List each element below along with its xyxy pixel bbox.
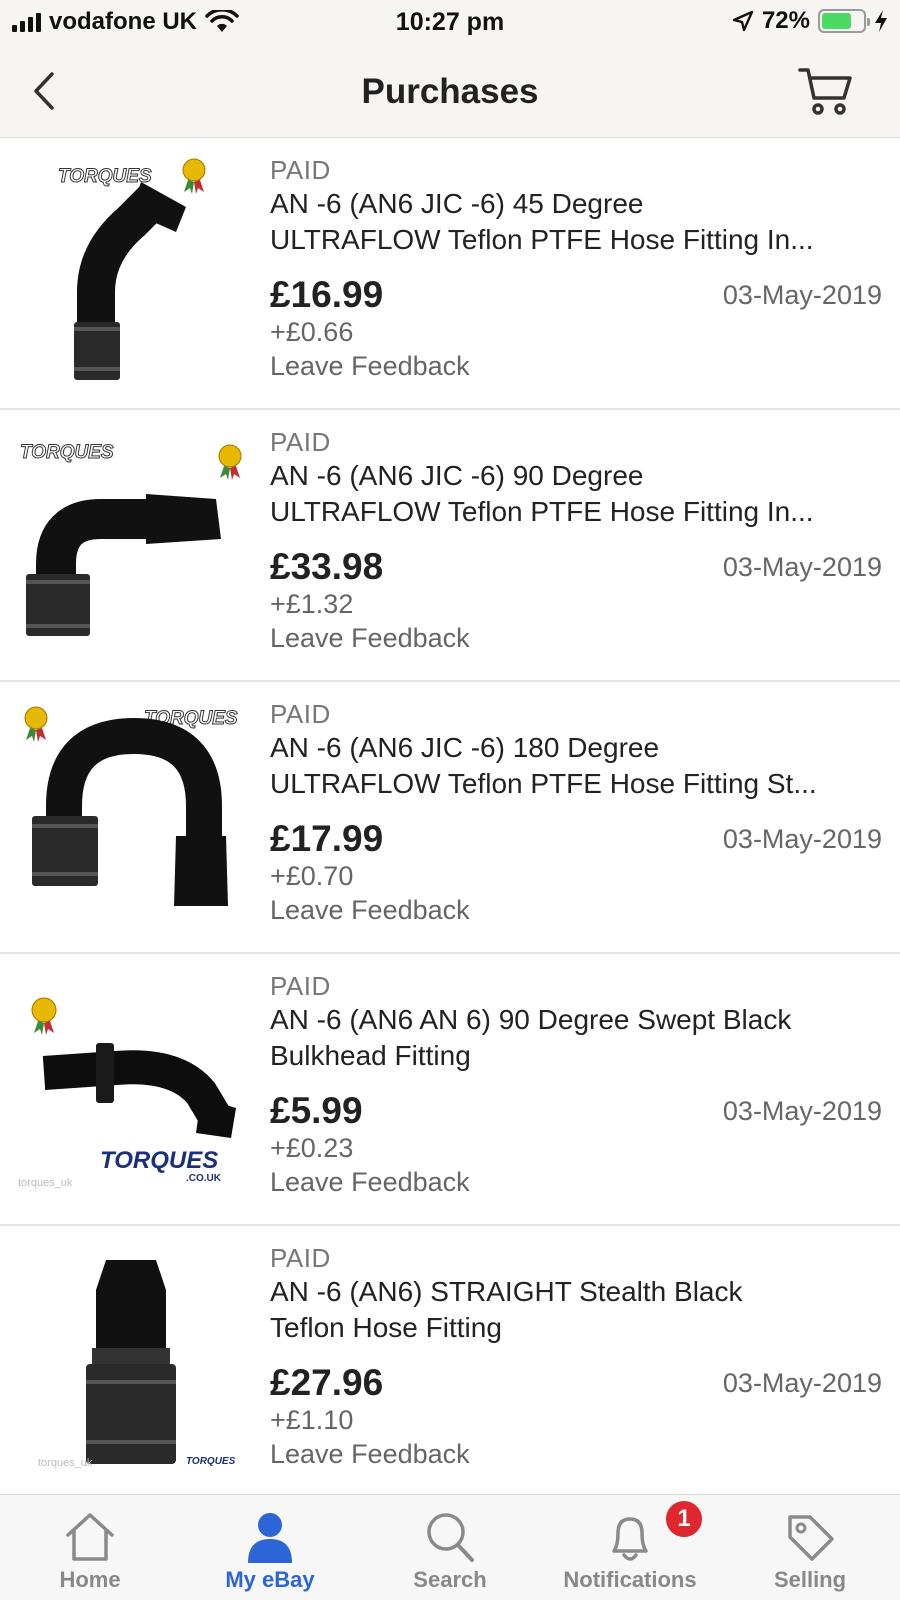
- leave-feedback-link[interactable]: Leave Feedback: [270, 1164, 882, 1200]
- purchase-date: 03-May-2019: [722, 1096, 882, 1126]
- person-icon: [248, 1513, 292, 1563]
- item-title-line: Teflon Hose Fitting: [270, 1312, 502, 1343]
- item-title-line: AN -6 (AN6) STRAIGHT Stealth Black: [270, 1276, 743, 1307]
- product-image[interactable]: TORQUES: [16, 424, 254, 662]
- item-title[interactable]: AN -6 (AN6 JIC -6) 180 Degree ULTRAFLOW …: [270, 730, 882, 802]
- purchase-item[interactable]: TORQUES PAID AN -6 (AN6 JIC -6) 45 Degre…: [0, 138, 900, 410]
- home-icon: [66, 1513, 114, 1561]
- svg-text:TORQUES: TORQUES: [100, 1147, 218, 1174]
- battery-level: [822, 13, 851, 29]
- product-image[interactable]: TORQUES: [16, 696, 254, 934]
- purchase-date: 03-May-2019: [722, 552, 882, 582]
- bell-icon: [612, 1517, 648, 1561]
- payment-status: PAID: [270, 155, 331, 185]
- cart-icon[interactable]: [796, 64, 856, 118]
- search-icon: [427, 1513, 474, 1562]
- tab-label: Selling: [773, 1567, 847, 1592]
- tab-label: My eBay: [225, 1567, 315, 1592]
- item-title-line: ULTRAFLOW Teflon PTFE Hose Fitting In...: [270, 224, 814, 255]
- tab-notifications[interactable]: 1 Notifications: [540, 1495, 720, 1600]
- item-title-line: AN -6 (AN6 JIC -6) 90 Degree: [270, 460, 644, 491]
- item-title-line: AN -6 (AN6 JIC -6) 45 Degree: [270, 188, 644, 219]
- product-image[interactable]: torques_uk TORQUES: [16, 1240, 254, 1478]
- leave-feedback-link[interactable]: Leave Feedback: [270, 348, 882, 384]
- item-price: £17.99: [270, 818, 384, 859]
- purchase-date: 03-May-2019: [722, 280, 882, 310]
- tab-label: Home: [59, 1567, 121, 1592]
- purchase-item[interactable]: TORQUES .CO.UK torques_uk PAID AN -6 (AN…: [0, 954, 900, 1226]
- tab-home[interactable]: Home: [0, 1495, 180, 1600]
- purchase-info: PAID AN -6 (AN6 JIC -6) 90 Degree ULTRAF…: [270, 426, 882, 656]
- price-row: £5.99 03-May-2019: [270, 1090, 882, 1132]
- item-title-line: AN -6 (AN6 JIC -6) 180 Degree: [270, 732, 660, 763]
- postage-cost: +£1.10: [270, 1405, 354, 1435]
- payment-status: PAID: [270, 971, 331, 1001]
- svg-text:TORQUES: TORQUES: [20, 442, 114, 463]
- payment-status: PAID: [270, 1243, 331, 1273]
- page-title: Purchases: [361, 72, 539, 111]
- purchase-item[interactable]: TORQUES PAID AN -6 (AN6 JIC -6) 90 Degre…: [0, 410, 900, 682]
- purchase-date: 03-May-2019: [722, 1368, 882, 1398]
- item-price: £27.96: [270, 1362, 384, 1403]
- price-row: £33.98 03-May-2019: [270, 546, 882, 588]
- battery-percent: 72%: [761, 7, 810, 34]
- product-image[interactable]: TORQUES: [16, 152, 254, 390]
- purchase-info: PAID AN -6 (AN6 JIC -6) 45 Degree ULTRAF…: [270, 154, 882, 384]
- item-price: £5.99: [270, 1090, 363, 1131]
- price-row: £16.99 03-May-2019: [270, 274, 882, 316]
- notification-badge: 1: [664, 1499, 704, 1539]
- status-bar: vodafone UK 10:27 pm 72%: [0, 0, 900, 46]
- tag-icon: [788, 1515, 834, 1561]
- item-title[interactable]: AN -6 (AN6) STRAIGHT Stealth Black Teflo…: [270, 1274, 882, 1346]
- purchase-info: PAID AN -6 (AN6) STRAIGHT Stealth Black …: [270, 1242, 882, 1472]
- purchase-item[interactable]: torques_uk TORQUES PAID AN -6 (AN6) STRA…: [0, 1226, 900, 1498]
- payment-status: PAID: [270, 427, 331, 457]
- product-image[interactable]: TORQUES .CO.UK torques_uk: [16, 968, 254, 1206]
- svg-text:torques_uk: torques_uk: [38, 1457, 93, 1469]
- postage-cost: +£0.70: [270, 861, 354, 891]
- postage-cost: +£1.32: [270, 589, 354, 619]
- item-title[interactable]: AN -6 (AN6 AN 6) 90 Degree Swept Black B…: [270, 1002, 882, 1074]
- purchase-item[interactable]: TORQUES PAID AN -6 (AN6 JIC -6) 180 Degr…: [0, 682, 900, 954]
- nav-bar: Purchases: [0, 46, 900, 138]
- leave-feedback-link[interactable]: Leave Feedback: [270, 620, 882, 656]
- leave-feedback-link[interactable]: Leave Feedback: [270, 892, 882, 928]
- item-title-line: ULTRAFLOW Teflon PTFE Hose Fitting In...: [270, 496, 814, 527]
- tab-selling[interactable]: Selling: [720, 1495, 900, 1600]
- purchases-list: TORQUES PAID AN -6 (AN6 JIC -6) 45 Degre…: [0, 138, 900, 1498]
- item-title-line: ULTRAFLOW Teflon PTFE Hose Fitting St...: [270, 768, 817, 799]
- leave-feedback-link[interactable]: Leave Feedback: [270, 1436, 882, 1472]
- purchase-date: 03-May-2019: [722, 824, 882, 854]
- postage-cost: +£0.66: [270, 317, 354, 347]
- svg-text:TORQUES: TORQUES: [58, 166, 152, 187]
- purchase-info: PAID AN -6 (AN6 JIC -6) 180 Degree ULTRA…: [270, 698, 882, 928]
- item-title[interactable]: AN -6 (AN6 JIC -6) 90 Degree ULTRAFLOW T…: [270, 458, 882, 530]
- item-title-line: AN -6 (AN6 AN 6) 90 Degree Swept Black: [270, 1004, 792, 1035]
- item-price: £16.99: [270, 274, 384, 315]
- price-row: £17.99 03-May-2019: [270, 818, 882, 860]
- tab-my-ebay[interactable]: My eBay: [180, 1495, 360, 1600]
- postage-cost: +£0.23: [270, 1133, 354, 1163]
- payment-status: PAID: [270, 699, 331, 729]
- svg-text:.CO.UK: .CO.UK: [186, 1173, 222, 1184]
- status-right: 72%: [732, 7, 888, 35]
- tab-bar: Home My eBay Search 1 Notifications Sell…: [0, 1494, 900, 1600]
- item-price: £33.98: [270, 546, 384, 587]
- purchase-info: PAID AN -6 (AN6 AN 6) 90 Degree Swept Bl…: [270, 970, 882, 1200]
- tab-search[interactable]: Search: [360, 1495, 540, 1600]
- battery-icon: [818, 9, 870, 33]
- tab-label: Notifications: [563, 1567, 697, 1592]
- tab-label: Search: [413, 1567, 487, 1592]
- location-arrow-icon: [732, 10, 754, 32]
- svg-text:TORQUES: TORQUES: [186, 1456, 236, 1467]
- svg-text:torques_uk: torques_uk: [18, 1177, 73, 1189]
- charging-bolt-icon: [875, 10, 887, 32]
- item-title[interactable]: AN -6 (AN6 JIC -6) 45 Degree ULTRAFLOW T…: [270, 186, 882, 258]
- price-row: £27.96 03-May-2019: [270, 1362, 882, 1404]
- item-title-line: Bulkhead Fitting: [270, 1040, 471, 1071]
